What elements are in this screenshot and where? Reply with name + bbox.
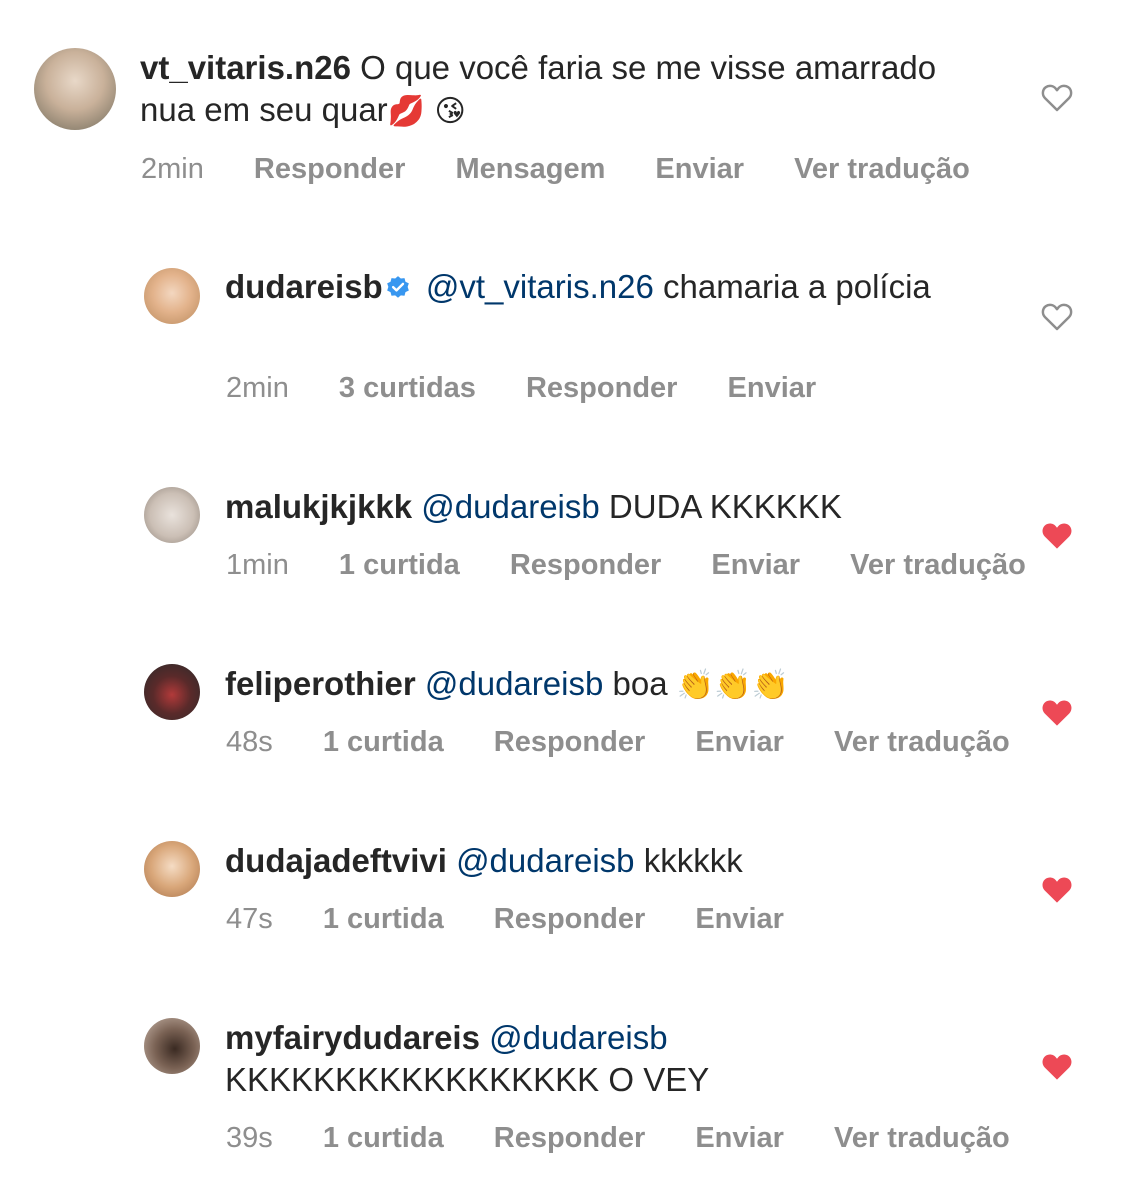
avatar[interactable]	[144, 268, 200, 324]
avatar[interactable]	[144, 664, 200, 720]
send-button[interactable]: Enviar	[728, 372, 817, 405]
avatar[interactable]	[144, 1018, 200, 1074]
comment-time: 1min	[226, 549, 289, 581]
comment-time: 48s	[226, 726, 273, 758]
verified-badge-icon	[386, 276, 409, 298]
comment-body: chamaria a polícia	[662, 268, 931, 305]
comment-meta: 39s 1 curtida Responder Enviar Ver tradu…	[226, 1122, 1052, 1155]
comment-emojis: 👏👏👏	[676, 668, 789, 703]
send-button[interactable]: Enviar	[695, 903, 784, 936]
comment-username[interactable]: dudajadeftvivi	[225, 842, 447, 879]
reply-button[interactable]: Responder	[494, 1122, 645, 1155]
see-translation-button[interactable]: Ver tradução	[834, 1122, 1010, 1155]
comment-body: kkkkkk	[643, 842, 743, 879]
reply-button[interactable]: Responder	[254, 153, 405, 186]
comment-username[interactable]: vt_vitaris.n26	[140, 49, 351, 86]
message-button[interactable]: Mensagem	[455, 153, 605, 186]
comment-meta: 2min Responder Mensagem Enviar Ver tradu…	[141, 153, 1012, 186]
reply-button[interactable]: Responder	[526, 372, 677, 405]
avatar[interactable]	[144, 487, 200, 543]
liked-heart-icon[interactable]	[1040, 1051, 1074, 1081]
like-heart-icon[interactable]	[1040, 82, 1074, 112]
see-translation-button[interactable]: Ver tradução	[794, 153, 970, 186]
likes-count[interactable]: 1 curtida	[339, 549, 460, 582]
avatar[interactable]	[34, 48, 116, 130]
avatar[interactable]	[144, 841, 200, 897]
comment-username[interactable]: feliperothier	[225, 665, 416, 702]
comment-body: DUDA KKKKKK	[608, 488, 842, 525]
comment-body: KKKKKKKKKKKKKKKKK O VEY	[225, 1061, 710, 1098]
comment-time: 47s	[226, 903, 273, 935]
comment-emojis: 💋 😘	[387, 94, 466, 129]
liked-heart-icon[interactable]	[1040, 697, 1074, 727]
send-button[interactable]: Enviar	[695, 1122, 784, 1155]
comment-username[interactable]: malukjkjkkk	[225, 488, 412, 525]
comment-meta: 48s 1 curtida Responder Enviar Ver tradu…	[226, 726, 1052, 759]
reply-button[interactable]: Responder	[494, 903, 645, 936]
see-translation-button[interactable]: Ver tradução	[834, 726, 1010, 759]
comment-meta: 47s 1 curtida Responder Enviar	[226, 903, 826, 936]
comment-text: feliperothier @dudareisb boa 👏👏👏	[225, 663, 1025, 707]
likes-count[interactable]: 1 curtida	[323, 903, 444, 936]
comment-text: malukjkjkkk @dudareisb DUDA KKKKKK	[225, 486, 1025, 528]
comment-text: myfairydudareis @dudareisb KKKKKKKKKKKKK…	[225, 1017, 825, 1101]
comment-text: dudajadeftvivi @dudareisb kkkkkk	[225, 840, 1025, 882]
liked-heart-icon[interactable]	[1040, 874, 1074, 904]
send-button[interactable]: Enviar	[711, 549, 800, 582]
likes-count[interactable]: 1 curtida	[323, 726, 444, 759]
likes-count[interactable]: 1 curtida	[323, 1122, 444, 1155]
reply-button[interactable]: Responder	[510, 549, 661, 582]
send-button[interactable]: Enviar	[655, 153, 744, 186]
comment-username[interactable]: dudareisb	[225, 268, 383, 305]
likes-count[interactable]: 3 curtidas	[339, 372, 476, 405]
comment-meta: 2min 3 curtidas Responder Enviar	[226, 372, 858, 405]
comment-mention[interactable]: @dudareisb	[456, 842, 634, 879]
comment-text: dudareisb @vt_vitaris.n26 chamaria a pol…	[225, 266, 965, 308]
comment-time: 2min	[141, 153, 204, 185]
liked-heart-icon[interactable]	[1040, 520, 1074, 550]
comment-time: 39s	[226, 1122, 273, 1154]
comment-meta: 1min 1 curtida Responder Enviar Ver trad…	[226, 549, 1068, 582]
reply-button[interactable]: Responder	[494, 726, 645, 759]
comment-mention[interactable]: @dudareisb	[421, 488, 599, 525]
comment-username[interactable]: myfairydudareis	[225, 1019, 480, 1056]
comment-mention[interactable]: @dudareisb	[425, 665, 603, 702]
like-heart-icon[interactable]	[1040, 301, 1074, 331]
comment-mention[interactable]: @vt_vitaris.n26	[426, 268, 654, 305]
comment-text: vt_vitaris.n26 O que você faria se me vi…	[140, 47, 960, 133]
send-button[interactable]: Enviar	[695, 726, 784, 759]
see-translation-button[interactable]: Ver tradução	[850, 549, 1026, 582]
comment-time: 2min	[226, 372, 289, 404]
comment-mention[interactable]: @dudareisb	[489, 1019, 667, 1056]
comment-body: boa	[612, 665, 668, 702]
